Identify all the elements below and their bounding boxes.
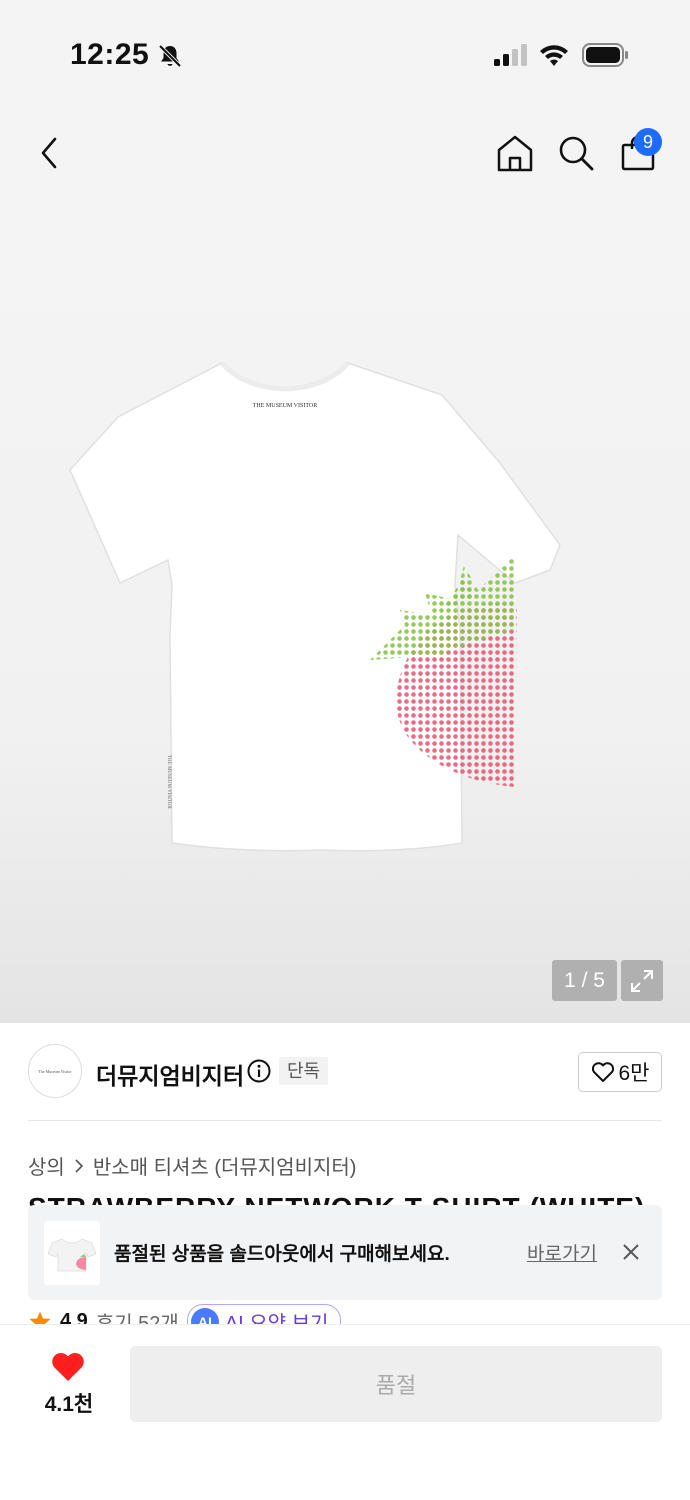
divider — [28, 1120, 662, 1121]
back-button[interactable] — [24, 128, 74, 178]
brand-like-count: 6만 — [618, 1062, 650, 1085]
rating-score: 4.9 — [60, 1310, 88, 1324]
expand-image-button[interactable] — [621, 960, 663, 1001]
breadcrumb: 상의 반소매 티셔츠 (더뮤지엄비지터) — [28, 1151, 356, 1180]
wifi-icon — [540, 45, 568, 66]
status-time: 12:25 — [70, 38, 150, 71]
brand-row: The Museum Visitor 더뮤지엄비지터 단독 6만 — [0, 1023, 690, 1121]
bell-off-icon — [158, 44, 182, 68]
ai-badge-icon: AI — [190, 1307, 219, 1324]
status-bar: 12:25 — [0, 0, 690, 110]
heart-filled-icon[interactable] — [50, 1350, 86, 1382]
product-tshirt-image: THE MUSEUM VISITOR THE MUSEUM VISITOR — [69, 361, 561, 852]
banner-product-thumbnail — [44, 1221, 100, 1285]
search-button[interactable] — [551, 128, 601, 178]
brand-like-button[interactable]: 6만 — [578, 1052, 662, 1092]
expand-icon — [631, 969, 653, 992]
battery-icon — [582, 43, 628, 67]
cart-count-badge: 9 — [634, 128, 662, 156]
banner-message: 품절된 상품을 솔드아웃에서 구매해보세요. — [114, 1244, 450, 1265]
top-navigation — [0, 110, 690, 200]
heart-outline-icon — [591, 1062, 614, 1082]
image-counter: 1 / 5 — [552, 960, 617, 1001]
soldout-banner: 품절된 상품을 솔드아웃에서 구매해보세요. 바로가기 — [28, 1205, 662, 1300]
info-icon[interactable] — [247, 1059, 271, 1083]
chevron-left-icon — [41, 137, 57, 169]
star-icon — [29, 1311, 51, 1324]
soldout-button[interactable]: 품절 — [130, 1346, 662, 1422]
side-label-text: THE MUSEUM VISITOR — [166, 755, 171, 809]
chevron-right-icon — [75, 1158, 83, 1173]
home-icon — [497, 135, 533, 172]
banner-shortcut-link[interactable]: 바로가기 — [527, 1239, 597, 1266]
search-icon — [559, 136, 594, 171]
home-button[interactable] — [490, 128, 540, 178]
close-icon[interactable] — [620, 1241, 642, 1263]
ai-summary-label: AI 요약 보기 — [224, 1313, 329, 1324]
neck-label-text: THE MUSEUM VISITOR — [253, 403, 317, 409]
brand-logo[interactable]: The Museum Visitor — [28, 1044, 82, 1098]
tshirt-thumbnail-icon — [47, 1238, 97, 1272]
review-count-link[interactable]: 후기 52개 — [96, 1307, 179, 1324]
breadcrumb-item-category[interactable]: 상의 — [28, 1151, 65, 1180]
wish-count: 4.1천 — [44, 1393, 94, 1416]
exclusive-tag: 단독 — [279, 1057, 329, 1085]
product-image-carousel[interactable]: THE MUSEUM VISITOR THE MUSEUM VISITOR 1 … — [0, 200, 690, 1023]
ai-summary-button[interactable]: AI AI 요약 보기 — [186, 1304, 342, 1324]
cellular-signal-icon — [494, 44, 527, 66]
bottom-action-bar: 4.1천 품절 — [0, 1324, 690, 1500]
breadcrumb-item-subcategory[interactable]: 반소매 티셔츠 (더뮤지엄비지터) — [93, 1151, 357, 1180]
rating-row: 4.9 후기 52개 AI AI 요약 보기 — [28, 1302, 668, 1324]
brand-name[interactable]: 더뮤지엄비지터 — [96, 1057, 244, 1091]
